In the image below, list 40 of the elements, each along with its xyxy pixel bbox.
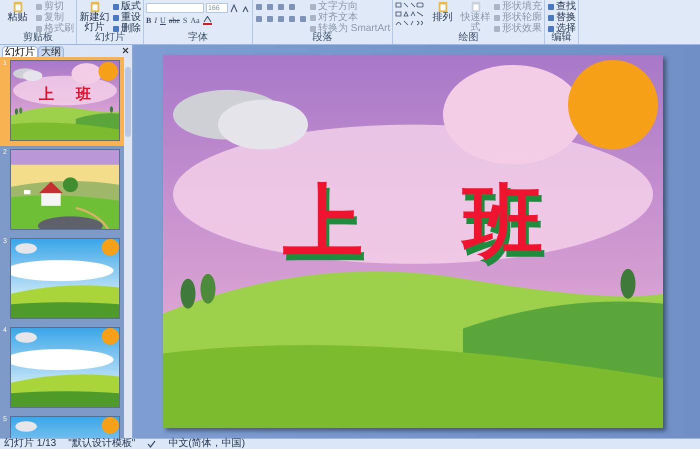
slide-title: 班 xyxy=(463,180,543,264)
clipboard-icon xyxy=(12,1,24,13)
format-button[interactable]: I xyxy=(154,16,158,25)
font-color-icon[interactable] xyxy=(202,16,212,25)
shrink-font-icon[interactable] xyxy=(241,4,250,12)
grow-font-icon[interactable] xyxy=(230,4,239,12)
group-label: 幻灯片 xyxy=(94,33,125,43)
thumbnail-title: 上 xyxy=(39,87,54,103)
slide-icon xyxy=(88,1,100,13)
format-button[interactable]: abe xyxy=(168,16,180,25)
group-label: 段落 xyxy=(312,33,333,43)
slide-icon xyxy=(470,1,482,13)
scrollbar[interactable] xyxy=(124,57,132,438)
thumbnail-title: 班 xyxy=(76,87,91,103)
format-button[interactable]: S xyxy=(182,16,188,25)
panel-tab[interactable]: 大纲 xyxy=(38,46,64,57)
spell-check-icon[interactable] xyxy=(147,440,156,448)
status-text: 中文(简体，中国) xyxy=(168,439,246,449)
group-label: 剪贴板 xyxy=(22,33,53,43)
ribbon-button[interactable]: 新建幻灯片 xyxy=(79,1,110,33)
ribbon-button[interactable]: 删除 xyxy=(112,24,141,34)
ribbon-button[interactable]: 排列 xyxy=(427,1,458,23)
format-button[interactable]: U xyxy=(160,16,166,25)
ribbon-button[interactable]: 粘贴 xyxy=(2,1,33,23)
status-text: 幻灯片 1/13 xyxy=(4,439,56,449)
ribbon-button[interactable]: 查找 xyxy=(547,2,576,12)
ribbon-button[interactable]: 版式 xyxy=(112,2,141,12)
group-label: 字体 xyxy=(187,33,209,43)
slide-title: 上 xyxy=(283,180,363,264)
format-button[interactable]: B xyxy=(146,16,152,25)
panel-tab[interactable]: 幻灯片 xyxy=(2,46,38,57)
ribbon-button[interactable]: 替换 xyxy=(547,13,576,23)
format-button[interactable]: Aa xyxy=(190,16,200,25)
font-name-field[interactable] xyxy=(146,3,204,13)
slide-icon xyxy=(436,1,449,13)
status-text: "默认设计模板" xyxy=(68,439,136,449)
group-label: 绘图 xyxy=(458,33,480,43)
close-icon[interactable] xyxy=(122,47,129,54)
group-label: 编辑 xyxy=(550,33,572,43)
ribbon-button[interactable]: 重设 xyxy=(112,13,141,23)
